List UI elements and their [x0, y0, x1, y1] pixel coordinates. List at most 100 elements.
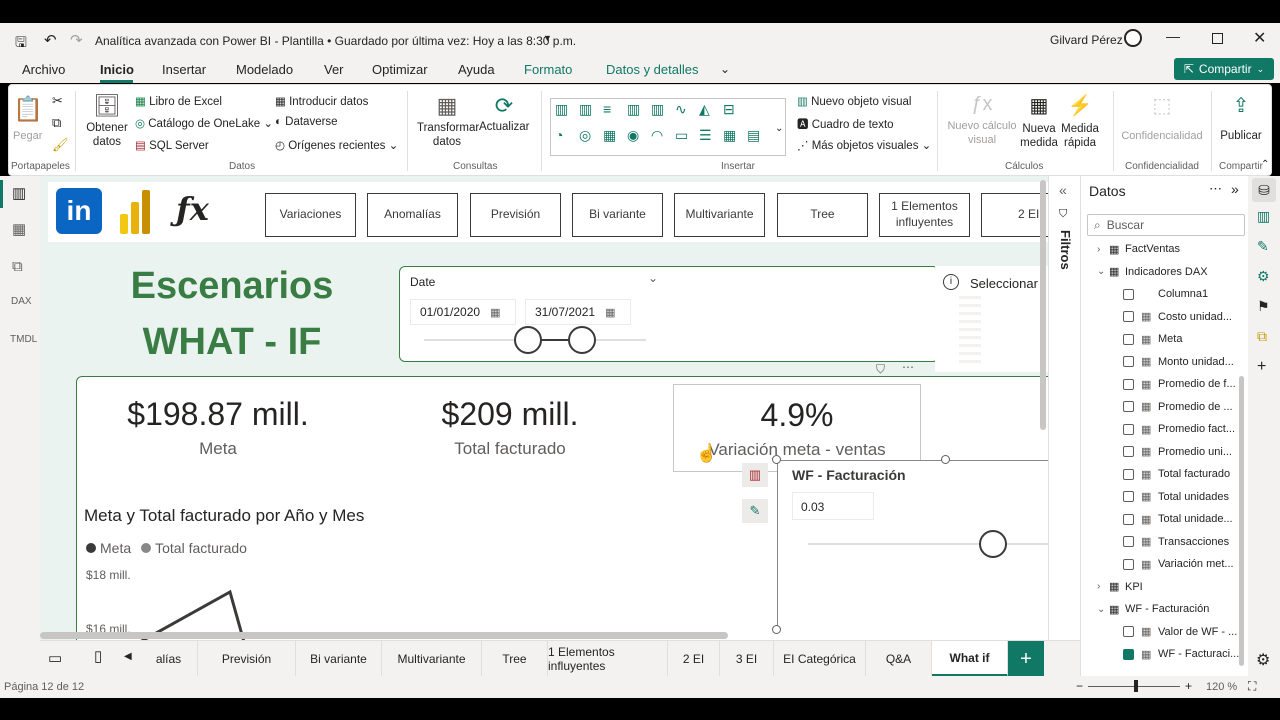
avatar[interactable]: [1124, 29, 1142, 47]
table-visual-icon[interactable]: ▦: [723, 127, 747, 153]
field-item[interactable]: ▦ Meta: [1081, 328, 1249, 350]
add-pane-icon[interactable]: +: [1257, 358, 1266, 376]
copy-icon[interactable]: ⧉: [52, 115, 61, 131]
field-checkbox[interactable]: [1123, 288, 1134, 300]
map-icon[interactable]: ◉: [627, 127, 651, 153]
tab-archivo[interactable]: Archivo: [22, 62, 65, 77]
field-checkbox[interactable]: [1123, 513, 1134, 525]
field-item[interactable]: ▦ Promedio de f...: [1081, 373, 1249, 395]
visuals-gallery[interactable]: ▥ ▥ ≡ ▥ ▥ ∿ ◭ ⊟ ◔ ◎ ▦ ◉ ◠ ▭ ☰ ▦ ▤: [550, 98, 786, 156]
report-view-icon[interactable]: ▥: [12, 184, 26, 202]
tab-inicio[interactable]: Inicio: [100, 62, 134, 77]
field-checkbox[interactable]: [1123, 423, 1134, 435]
refresh-button[interactable]: ⟳ Actualizar: [479, 93, 530, 133]
matrix-icon[interactable]: ▤: [747, 127, 771, 153]
page-tab[interactable]: Previsión: [198, 641, 296, 677]
chevron-down-icon[interactable]: ⌄: [1097, 604, 1105, 615]
dataverse-button[interactable]: ◐ Dataverse: [275, 116, 338, 128]
selection-icon[interactable]: ⧉: [1257, 328, 1267, 345]
field-checkbox[interactable]: [1123, 311, 1134, 322]
more-options-icon[interactable]: ⋯: [902, 360, 914, 374]
field-group[interactable]: ⌄ ▦ Indicadores DAX: [1081, 261, 1249, 283]
slider-handle-start[interactable]: [514, 326, 542, 354]
new-measure-button[interactable]: ▦ Nueva medida: [1019, 93, 1059, 151]
close-icon[interactable]: ✕: [1253, 28, 1266, 48]
field-checkbox[interactable]: [1123, 401, 1134, 412]
field-item[interactable]: Columna1: [1081, 283, 1249, 305]
field-checkbox[interactable]: [1123, 446, 1134, 457]
field-item[interactable]: ▦ Variación met...: [1081, 553, 1249, 575]
date-from-input[interactable]: 01/01/2020 ▦: [410, 299, 516, 325]
field-item[interactable]: ▦ Transacciones: [1081, 531, 1249, 553]
enter-data-button[interactable]: ▦ Introducir datos: [275, 94, 368, 108]
search-input[interactable]: ⌕ Buscar: [1087, 214, 1245, 236]
field-group[interactable]: › ▦ FactVentas: [1081, 238, 1249, 260]
redo-icon[interactable]: ↷: [70, 31, 83, 49]
fit-page-icon[interactable]: ⛶: [1248, 679, 1256, 694]
page-tab[interactable]: alías: [140, 641, 198, 677]
clustered-column-icon[interactable]: ▥: [651, 101, 675, 127]
slider-handle-end[interactable]: [568, 326, 596, 354]
settings-icon[interactable]: ⚙: [1256, 650, 1270, 670]
new-visual-button[interactable]: ▥ Nuevo objeto visual: [797, 94, 911, 108]
field-item[interactable]: ▦ Total unidades: [1081, 486, 1249, 508]
info-icon[interactable]: i: [943, 274, 959, 290]
field-checkbox[interactable]: [1123, 378, 1134, 390]
tmdl-view-icon[interactable]: TMDL: [10, 334, 37, 345]
area-chart-icon[interactable]: ◭: [699, 101, 723, 127]
filter-icon[interactable]: ⛉: [876, 362, 885, 377]
field-item[interactable]: ▦ Total unidade...: [1081, 508, 1249, 530]
field-checkbox[interactable]: [1123, 333, 1134, 345]
page-tab-active[interactable]: What if: [932, 641, 1008, 677]
field-checkbox[interactable]: [1123, 491, 1134, 502]
slicer-icon[interactable]: ⊟: [723, 101, 747, 127]
data-pane-scrollbar[interactable]: [1239, 376, 1244, 666]
chevron-down-icon[interactable]: ⌄: [648, 271, 658, 285]
date-slicer[interactable]: Date ⌄ 01/01/2020 ▦ 31/07/2021 ▦: [399, 266, 939, 362]
maximize-icon[interactable]: [1212, 33, 1223, 44]
zoom-in-icon[interactable]: +: [1185, 679, 1192, 693]
ribbon-collapse-icon[interactable]: ⌃: [1261, 159, 1269, 170]
nav-button-multivariante[interactable]: Multivariante: [674, 193, 765, 237]
table-view-icon[interactable]: ▦: [12, 220, 26, 238]
chevron-right-icon[interactable]: ›: [1097, 244, 1100, 255]
bar-chart-icon[interactable]: ▥: [555, 101, 579, 127]
data-pane-icon[interactable]: ⛁: [1252, 178, 1276, 202]
stacked-bar-icon[interactable]: ≡: [603, 101, 627, 127]
calendar-icon[interactable]: ▦: [605, 306, 615, 319]
nav-button-prevision[interactable]: Previsión: [470, 193, 561, 237]
page-tab[interactable]: Multivariante: [382, 641, 482, 677]
treemap-icon[interactable]: ▦: [603, 127, 627, 153]
paste-button[interactable]: 📋 Pegar: [13, 95, 43, 142]
onelake-button[interactable]: ◎ Catálogo de OneLake ⌄: [135, 116, 273, 130]
donut-chart-icon[interactable]: ◎: [579, 127, 603, 153]
tab-datos-detalles[interactable]: Datos y detalles: [606, 62, 699, 77]
date-to-input[interactable]: 31/07/2021 ▦: [525, 299, 631, 325]
format-visual-icon[interactable]: ✎: [742, 499, 768, 523]
recent-sources-button[interactable]: ◴ Orígenes recientes ⌄: [275, 138, 398, 152]
textbox-button[interactable]: 🅰 Cuadro de texto: [797, 116, 894, 132]
gallery-expand-icon[interactable]: ⌄: [775, 123, 783, 134]
field-item[interactable]: ▦ Costo unidad...: [1081, 306, 1249, 328]
nav-button-tree[interactable]: Tree: [777, 193, 868, 237]
field-checkbox[interactable]: [1123, 356, 1134, 367]
undo-icon[interactable]: ↶: [44, 31, 57, 49]
page-tab[interactable]: Q&A: [866, 641, 932, 677]
tab-ayuda[interactable]: Ayuda: [458, 62, 495, 77]
field-group[interactable]: › ▦ KPI: [1081, 576, 1249, 598]
more-options-icon[interactable]: ⋯: [1209, 181, 1222, 197]
field-item[interactable]: ▦ Promedio fact...: [1081, 418, 1249, 440]
multi-card-icon[interactable]: ☰: [699, 127, 723, 153]
vertical-scrollbar[interactable]: [1040, 180, 1046, 430]
model-view-icon[interactable]: ⧉: [12, 258, 23, 275]
tab-ver[interactable]: Ver: [324, 62, 344, 77]
page-tab[interactable]: 1 Elementos influyentes: [548, 641, 668, 677]
nav-button-variaciones[interactable]: Variaciones: [265, 193, 356, 237]
format-pane-icon[interactable]: ✎: [1257, 238, 1269, 255]
tab-insertar[interactable]: Insertar: [162, 62, 206, 77]
field-checkbox[interactable]: [1123, 626, 1134, 637]
ribbon-collapse-icon[interactable]: ⌄: [720, 62, 730, 76]
properties-icon[interactable]: ⚙: [1257, 268, 1270, 285]
wf-parameter-slicer[interactable]: WF - Facturación 0.03: [777, 460, 1048, 630]
field-checkbox[interactable]: [1123, 648, 1134, 660]
